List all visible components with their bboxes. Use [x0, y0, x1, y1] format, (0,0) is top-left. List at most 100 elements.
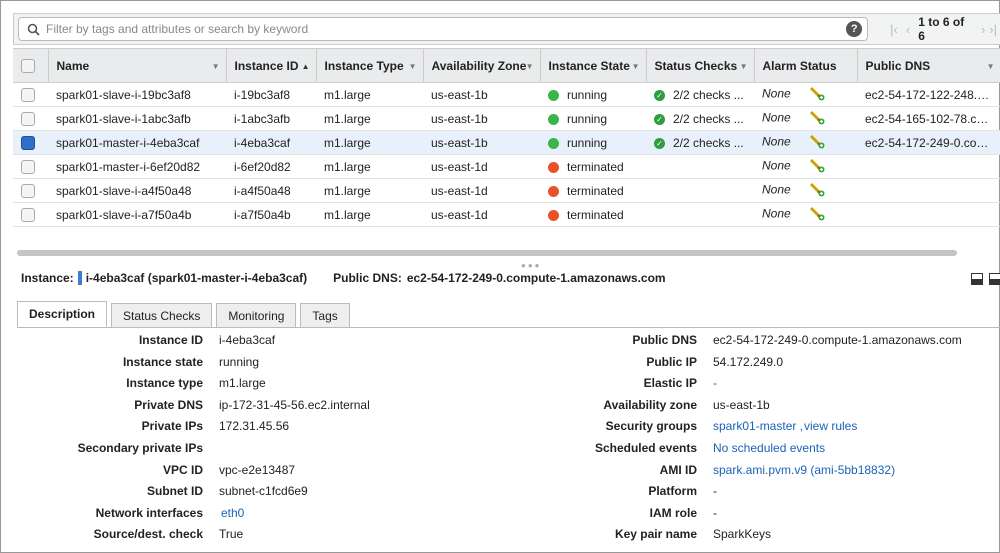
row-checkbox[interactable] [21, 183, 35, 198]
tab-monitoring[interactable]: Monitoring [216, 303, 297, 327]
maximize-panel-icon[interactable] [989, 273, 1000, 285]
detail-label: Instance state [122, 354, 203, 369]
detail-label: Private DNS [134, 397, 203, 412]
detail-label: Source/dest. check [93, 527, 203, 542]
filter-bar: ? |‹ ‹ 1 to 6 of 6 › ›| [13, 13, 1000, 45]
checks-text: 2/2 checks ... [673, 135, 744, 150]
instance-id: i-4eba3caf [234, 135, 291, 150]
table-row[interactable]: spark01-slave-i-1abc3afb i-1abc3afb m1.l… [13, 107, 1000, 131]
table-row[interactable]: spark01-slave-i-a4f50a48 i-a4f50a48 m1.l… [13, 179, 1000, 203]
scrollbar-thumb[interactable] [17, 250, 957, 256]
dropdown-caret-icon[interactable]: ▼ [409, 62, 417, 71]
resize-handle-icon[interactable]: ●●● [521, 261, 542, 270]
column-header-instance-state[interactable]: Instance State ▼ [540, 48, 647, 83]
last-page-icon[interactable]: ›| [989, 22, 997, 37]
create-alarm-icon[interactable] [809, 85, 825, 104]
detail-value[interactable]: eth0 [221, 506, 244, 520]
terminated-status-icon [548, 209, 559, 221]
create-alarm-icon[interactable] [809, 133, 825, 152]
select-all-checkbox[interactable] [21, 58, 35, 73]
column-header-name[interactable]: Name ▼ [48, 48, 227, 83]
public-dns: ec2-54-165-102-78.co... [865, 111, 994, 126]
create-alarm-icon[interactable] [809, 157, 825, 176]
status-checks [646, 179, 754, 203]
detail-value: 54.172.249.0 [713, 354, 784, 369]
detail-value: m1.large [219, 376, 266, 391]
first-page-icon[interactable]: |‹ [890, 22, 898, 37]
state-text: terminated [567, 183, 624, 198]
column-header-public-dns[interactable]: Public DNS ▼ [857, 48, 1000, 83]
detail-value: ip-172-31-45-56.ec2.internal [219, 397, 370, 412]
column-label: Public DNS [865, 58, 931, 73]
tab-description[interactable]: Description [17, 301, 108, 327]
instance-type: m1.large [324, 111, 371, 126]
column-label: Status Checks [654, 58, 738, 73]
row-select-cell[interactable] [13, 179, 48, 203]
detail-label: Availability zone [603, 397, 697, 412]
row-checkbox[interactable] [21, 207, 35, 222]
row-select-cell[interactable] [13, 155, 48, 179]
availability-zone: us-east-1b [431, 87, 488, 102]
table-row[interactable]: spark01-master-i-6ef20d82 i-6ef20d82 m1.… [13, 155, 1000, 179]
horizontal-scrollbar[interactable] [13, 249, 1000, 257]
detail-value[interactable]: spark01-master , [713, 419, 803, 433]
search-box[interactable] [18, 17, 869, 41]
tab-tags[interactable]: Tags [300, 303, 350, 327]
view-rules-link[interactable]: view rules [804, 419, 857, 433]
column-header-instance-id[interactable]: Instance ID ▲ [226, 48, 317, 83]
prev-page-icon[interactable]: ‹ [906, 22, 910, 37]
next-page-icon[interactable]: › [981, 22, 985, 37]
alarm-status: None [754, 155, 857, 179]
column-header-status-checks[interactable]: Status Checks ▼ [646, 48, 755, 83]
create-alarm-icon[interactable] [809, 205, 825, 224]
detail-label: Key pair name [614, 527, 697, 542]
table-row[interactable]: spark01-master-i-4eba3caf i-4eba3caf m1.… [13, 130, 1000, 155]
column-header-alarm-status[interactable]: Alarm Status [754, 48, 858, 83]
row-select-cell[interactable] [13, 203, 48, 227]
dropdown-caret-icon[interactable]: ▼ [212, 62, 220, 71]
detail-value[interactable]: No scheduled events [713, 441, 825, 455]
tab-status-checks[interactable]: Status Checks [111, 303, 213, 327]
table-row[interactable]: spark01-slave-i-19bc3af8 i-19bc3af8 m1.l… [13, 83, 1000, 107]
column-header-availability-zone[interactable]: Availability Zone ▼ [423, 48, 541, 83]
row-checkbox[interactable] [21, 159, 35, 174]
instance-id: i-a4f50a48 [234, 183, 291, 198]
select-all-header[interactable] [13, 48, 49, 83]
row-select-cell[interactable] [13, 131, 48, 155]
instance-id: i-19bc3af8 [234, 87, 291, 102]
instance-name: spark01-master-i-4eba3caf [56, 135, 200, 150]
detail-value[interactable]: spark.ami.pvm.v9 (ami-5bb18832) [713, 463, 895, 477]
search-input[interactable] [46, 22, 868, 36]
detail-value: True [219, 527, 244, 542]
row-select-cell[interactable] [13, 83, 48, 107]
dock-bottom-icon[interactable] [971, 273, 983, 285]
dropdown-caret-icon[interactable]: ▼ [632, 62, 640, 71]
public-dns-value: ec2-54-172-249-0.compute-1.amazonaws.com [406, 271, 666, 285]
column-label: Instance ID [234, 58, 299, 73]
terminated-status-icon [548, 161, 559, 173]
dropdown-caret-icon[interactable]: ▼ [740, 62, 748, 71]
alarm-text: None [762, 134, 791, 149]
check-passed-icon: ✓ [654, 113, 665, 125]
sort-ascending-icon[interactable]: ▲ [302, 62, 310, 71]
table-row[interactable]: spark01-slave-i-a7f50a4b i-a7f50a4b m1.l… [13, 203, 1000, 227]
table-header: Name ▼ Instance ID ▲ Instance Type ▼ Availa… [13, 48, 1000, 83]
row-select-cell[interactable] [13, 107, 48, 131]
dropdown-caret-icon[interactable]: ▼ [526, 62, 534, 71]
instance-name: spark01-master-i-6ef20d82 [56, 159, 201, 174]
dropdown-caret-icon[interactable]: ▼ [987, 62, 995, 71]
create-alarm-icon[interactable] [809, 181, 825, 200]
instance-type: m1.large [324, 135, 371, 150]
detail-value[interactable]: - [713, 376, 717, 390]
row-checkbox[interactable] [21, 87, 35, 102]
terminated-status-icon [548, 185, 559, 197]
availability-zone: us-east-1d [431, 207, 488, 222]
detail-label: Elastic IP [643, 376, 697, 391]
create-alarm-icon[interactable] [809, 109, 825, 128]
alarm-status: None [754, 131, 857, 155]
row-checkbox[interactable] [21, 111, 35, 126]
row-checkbox[interactable] [21, 135, 35, 150]
column-header-instance-type[interactable]: Instance Type ▼ [316, 48, 424, 83]
detail-value: SparkKeys [713, 527, 772, 542]
state-text: running [567, 111, 608, 126]
